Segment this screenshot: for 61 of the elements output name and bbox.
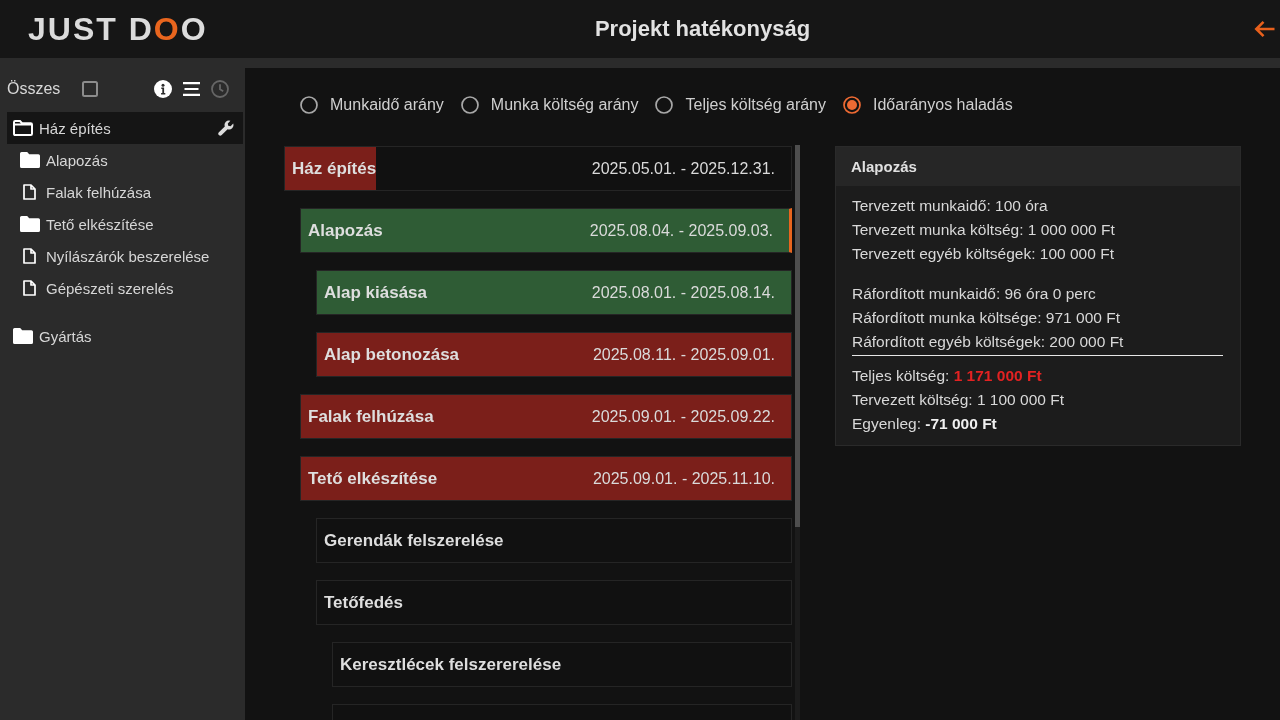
checkbox[interactable] (82, 81, 99, 97)
file-icon (23, 248, 36, 264)
tree-item[interactable]: Gépészeti szerelés (14, 272, 243, 304)
task-row[interactable]: Falak felhúzása 2025.09.01. - 2025.09.22. (300, 394, 792, 439)
details-header: Alapozás (836, 147, 1240, 186)
scrollbar[interactable] (795, 145, 800, 720)
file-icon (23, 280, 36, 296)
detail-line: Ráfordított egyéb költségek: 200 000 Ft (852, 332, 1125, 352)
task-row[interactable]: Alap betonozása 2025.08.11. - 2025.09.01. (316, 332, 792, 377)
tree-item[interactable]: Nyílászárók beszerelése (14, 240, 243, 272)
file-icon (23, 184, 36, 200)
list-icon[interactable] (183, 82, 200, 96)
task-title: Alapozás (308, 220, 383, 241)
task-dates: 2025.09.01. - 2025.11.10. (592, 469, 775, 488)
select-all-label: Összes (7, 80, 61, 98)
radio-option[interactable]: Munkaidő arány (300, 96, 444, 114)
task-row[interactable]: Keresztlécek felszererelése (332, 642, 792, 687)
task-title: Tetőfedés (324, 592, 404, 613)
task-row[interactable]: Gerendák felszerelése (316, 518, 792, 563)
detail-line: Tervezett költség: 1 100 000 Ft (852, 390, 1065, 410)
radio-option[interactable]: Munka költség arány (460, 96, 639, 114)
detail-line: Tervezett munkaidő: 100 óra (852, 196, 1049, 216)
task-row[interactable]: Alap kiásása 2025.08.01. - 2025.08.14. (316, 270, 792, 315)
task-dates: 2025.05.01. - 2025.12.31. (591, 159, 775, 178)
wrench-icon[interactable] (218, 120, 234, 136)
radio-icon[interactable] (655, 96, 674, 114)
task-row[interactable]: Tetőfedés (316, 580, 792, 625)
detail-line: Tervezett munka költség: 1 000 000 Ft (852, 220, 1116, 240)
back-arrow-icon[interactable] (1253, 20, 1275, 38)
radio-icon[interactable] (460, 96, 479, 114)
task-row[interactable]: Alapozás 2025.08.04. - 2025.09.03. (300, 208, 792, 253)
task-title: Tető elkészítése (308, 468, 438, 489)
tree-item[interactable]: Tető elkészítése (14, 208, 243, 240)
detail-line: Teljes költség: 1 171 000 Ft (852, 366, 1043, 386)
radio-option[interactable]: Teljes költség arány (655, 96, 826, 114)
detail-line: Tervezett egyéb költségek: 100 000 Ft (852, 244, 1115, 264)
radio-option[interactable]: Időarányos haladás (843, 96, 1013, 114)
task-dates: 2025.08.01. - 2025.08.14. (591, 283, 775, 302)
task-title: Alap betonozása (324, 344, 460, 365)
task-title: Ház építés (292, 158, 377, 179)
page-title: Projekt hatékonyság (594, 16, 811, 42)
info-icon[interactable] (154, 80, 172, 98)
radio-icon[interactable] (843, 96, 861, 114)
task-row[interactable]: Ház építés 2025.05.01. - 2025.12.31. (284, 146, 792, 191)
task-title: Alap kiásása (324, 282, 427, 303)
task-title: Keresztlécek felszererelése (340, 654, 562, 675)
detail-line: Ráfordított munkaidő: 96 óra 0 perc (852, 284, 1097, 304)
task-dates: 2025.09.01. - 2025.09.22. (591, 407, 775, 426)
task-row[interactable]: Tető elkészítése 2025.09.01. - 2025.11.10. (300, 456, 792, 501)
tree-item[interactable]: Gyártás (7, 320, 243, 352)
task-title: Falak felhúzása (308, 406, 434, 427)
radio-icon[interactable] (300, 96, 318, 114)
detail-line: Ráfordított munka költsége: 971 000 Ft (852, 308, 1121, 328)
task-dates: 2025.08.11. - 2025.09.01. (592, 345, 775, 364)
detail-line: Egyenleg: -71 000 Ft (852, 414, 998, 434)
tree-item[interactable]: Ház építés (7, 112, 243, 144)
task-dates: 2025.08.04. - 2025.09.03. (589, 221, 773, 240)
task-title: Gerendák felszerelése (324, 530, 504, 551)
tree-item[interactable]: Falak felhúzása (14, 176, 243, 208)
tree-item[interactable]: Alapozás (14, 144, 243, 176)
logo: JUST DOO (28, 11, 208, 47)
